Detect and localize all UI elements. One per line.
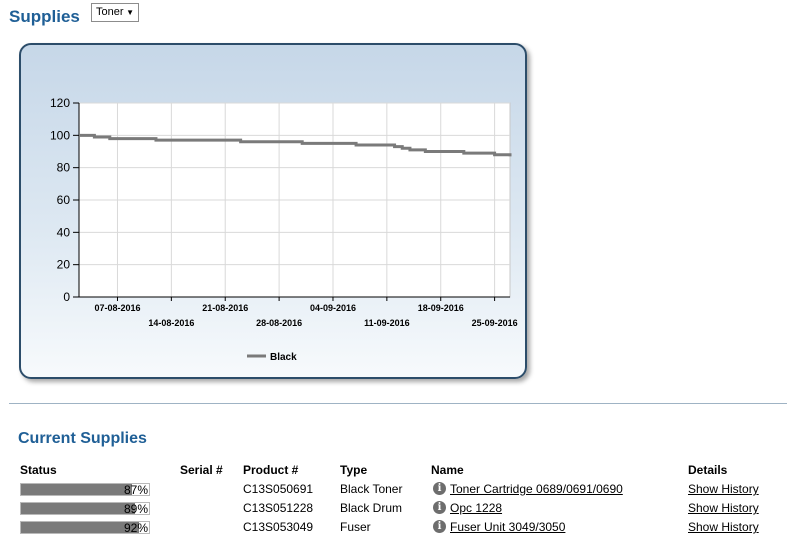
column-header-status: Status [20,463,57,477]
y-tick-label: 100 [50,128,70,142]
product-number: C13S053049 [243,520,314,534]
column-header-details: Details [688,463,728,477]
x-tick-label: 14-08-2016 [148,318,194,328]
table-row: 87% C13S050691 Black Toner i Toner Cartr… [0,481,800,499]
y-tick-label: 0 [63,290,70,304]
info-icon[interactable]: i [433,520,446,533]
status-bar: 87% [20,483,150,497]
status-bar: 92% [20,521,150,535]
y-tick-label: 20 [57,258,71,272]
info-icon[interactable]: i [433,482,446,495]
chart-svg: 0 20 40 60 80 100 120 07-08-2016 14-08-2016 21-08… [50,96,518,363]
x-tick-label: 28-08-2016 [256,318,302,328]
x-tick-label: 18-09-2016 [418,303,464,313]
supply-type-select[interactable]: Toner ▼ [91,3,139,22]
legend-label: Black [270,352,297,363]
status-fill [21,503,135,514]
show-history-link[interactable]: Show History [688,500,759,516]
supply-type-select-value: Toner [96,6,124,18]
x-tick-label: 07-08-2016 [94,303,140,313]
supply-type: Black Toner [340,482,403,496]
supply-name-link[interactable]: Opc 1228 [450,500,502,516]
y-tick-label: 40 [57,225,71,239]
table-row: 89% C13S051228 Black Drum i Opc 1228 Sho… [0,500,800,518]
status-percent: 92% [123,521,148,535]
supply-name-link[interactable]: Toner Cartridge 0689/0691/0690 [450,481,623,497]
x-tick-label: 25-09-2016 [472,318,518,328]
supply-type: Black Drum [340,501,403,515]
supplies-title: Supplies [9,7,80,26]
y-tick-label: 120 [50,96,70,110]
current-supplies-title: Current Supplies [18,430,147,447]
x-tick-label: 21-08-2016 [202,303,248,313]
info-icon[interactable]: i [433,501,446,514]
table-row: 92% C13S053049 Fuser i Fuser Unit 3049/3… [0,519,800,537]
dropdown-arrow-icon: ▼ [126,8,134,17]
supplies-history-chart: 0 20 40 60 80 100 120 07-08-2016 14-08-2016 21-08… [19,43,527,379]
supply-type: Fuser [340,520,371,534]
show-history-link[interactable]: Show History [688,481,759,497]
x-tick-label: 11-09-2016 [364,318,410,328]
status-percent: 87% [123,483,148,497]
status-fill [21,522,139,533]
x-tick-label: 04-09-2016 [310,303,356,313]
column-header-name: Name [431,463,464,477]
status-fill [21,484,133,495]
section-divider [9,403,787,404]
supply-name-link[interactable]: Fuser Unit 3049/3050 [450,519,565,535]
show-history-link[interactable]: Show History [688,519,759,535]
y-tick-label: 60 [57,193,71,207]
product-number: C13S051228 [243,501,314,515]
column-header-type: Type [340,463,368,477]
product-number: C13S050691 [243,482,314,496]
column-header-serial: Serial # [180,463,223,477]
y-tick-label: 80 [57,161,71,175]
status-percent: 89% [123,502,148,516]
column-header-product: Product # [243,463,299,477]
status-bar: 89% [20,502,150,516]
